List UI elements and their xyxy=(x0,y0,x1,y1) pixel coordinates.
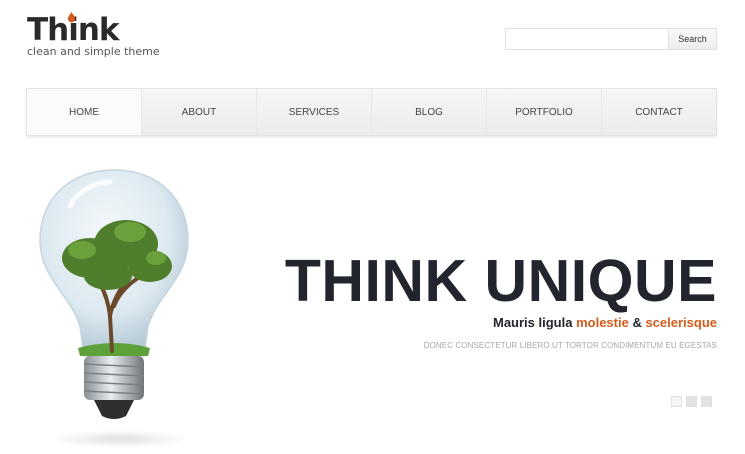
hero-caption: DONEC CONSECTETUR LIBERO UT TORTOR CONDI… xyxy=(423,341,717,350)
flame-drop-icon xyxy=(67,11,76,23)
hero-headline: THINK UNIQUE xyxy=(284,248,717,314)
logo-wordmark: Think xyxy=(27,12,120,48)
nav-item-services[interactable]: SERVICES xyxy=(257,89,372,135)
slide-dot-1[interactable] xyxy=(671,396,682,407)
search-form: Search xyxy=(505,28,717,50)
slider-pager xyxy=(671,396,712,407)
slide-dot-2[interactable] xyxy=(686,396,697,407)
nav-item-portfolio[interactable]: PORTFOLIO xyxy=(487,89,602,135)
nav-item-about[interactable]: ABOUT xyxy=(142,89,257,135)
subline-accent-1: molestie xyxy=(576,315,629,330)
nav-item-home[interactable]: HOME xyxy=(27,89,142,135)
search-input[interactable] xyxy=(505,28,668,50)
slide-dot-3[interactable] xyxy=(701,396,712,407)
main-nav: HOME ABOUT SERVICES BLOG PORTFOLIO CONTA… xyxy=(26,88,717,136)
bulb-shadow xyxy=(50,430,190,448)
subline-accent-2: scelerisque xyxy=(645,315,717,330)
site-logo[interactable]: Think clean and simple theme xyxy=(27,10,160,58)
lightbulb-tree-icon xyxy=(39,169,189,419)
nav-item-contact[interactable]: CONTACT xyxy=(602,89,716,135)
subline-text-1: Mauris ligula xyxy=(493,315,577,330)
subline-text-2: & xyxy=(628,315,646,330)
search-button[interactable]: Search xyxy=(668,28,717,50)
nav-item-blog[interactable]: BLOG xyxy=(372,89,487,135)
hero-subline: Mauris ligula molestie & scelerisque xyxy=(493,315,717,330)
